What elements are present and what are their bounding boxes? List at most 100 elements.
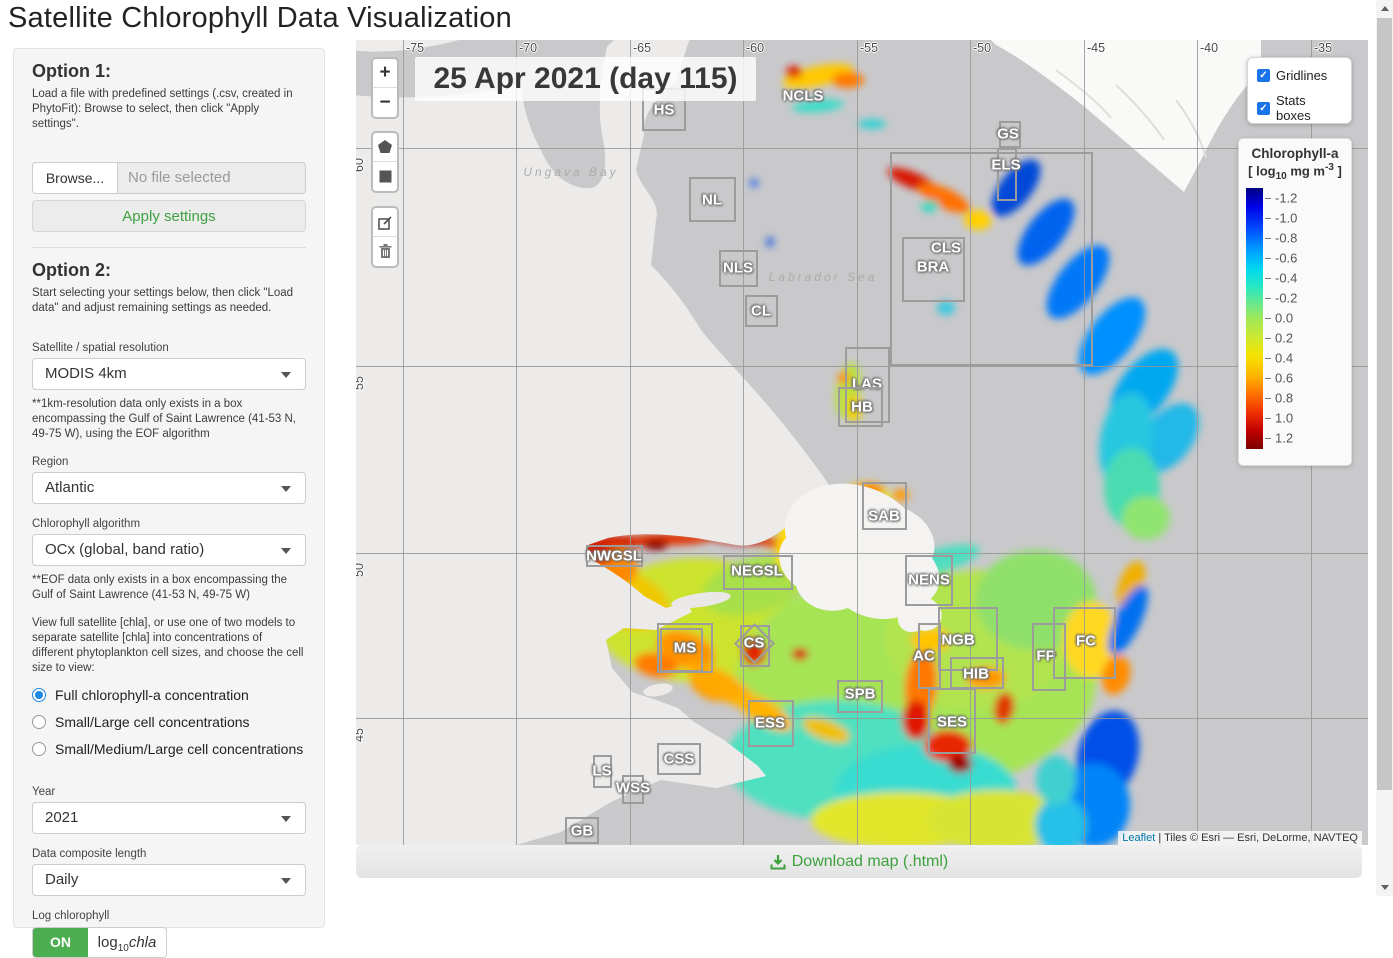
browse-button[interactable]: Browse... — [32, 162, 118, 194]
lon-gridline — [743, 40, 744, 845]
place-label: Labrador Sea — [769, 270, 878, 284]
scroll-down-arrow-icon[interactable] — [1376, 879, 1393, 896]
stat-box[interactable] — [660, 628, 703, 672]
draw-polygon-button[interactable] — [373, 133, 397, 162]
map[interactable]: -75-70-65-60-55-50-45-40-3560555045 Unga… — [356, 40, 1368, 845]
colorbar-gradient — [1246, 188, 1263, 449]
toggle-formula: log10chla — [88, 928, 166, 957]
stat-box-label-hb: HB — [851, 399, 873, 416]
colorbar-tick — [1265, 358, 1271, 359]
lat-label: 50 — [356, 563, 366, 577]
option1-heading: Option 1: — [32, 61, 306, 82]
leaflet-link[interactable]: Leaflet — [1122, 832, 1155, 844]
cell-model-radios: Full chlorophyll-a concentration Small/La… — [32, 687, 306, 757]
colorbar-tick-label: -0.4 — [1275, 271, 1297, 286]
map-attribution: Leaflet | Tiles © Esri — Esri, DeLorme, … — [1118, 831, 1362, 845]
lon-gridline — [630, 40, 631, 845]
satellite-select[interactable]: MODIS 4km — [32, 358, 306, 390]
scrollbar-thumb[interactable] — [1377, 18, 1392, 790]
cell-model-description: View full satellite [chla], or use one o… — [32, 616, 306, 676]
colorbar-tick — [1265, 318, 1271, 319]
colorbar-tick-label: -0.8 — [1275, 231, 1297, 246]
stat-box-label-ac: AC — [913, 648, 935, 665]
option2-heading: Option 2: — [32, 260, 306, 281]
region-value: Atlantic — [45, 479, 94, 496]
stat-box-label-sab: SAB — [868, 508, 900, 525]
apply-settings-button[interactable]: Apply settings — [32, 200, 306, 232]
satellite-value: MODIS 4km — [45, 365, 127, 382]
composite-label: Data composite length — [32, 848, 306, 860]
checkbox-checked-icon: ✓ — [1257, 102, 1270, 115]
lat-label: 60 — [356, 158, 366, 172]
radio-label: Small/Large cell concentrations — [55, 714, 250, 730]
colorbar-tick-label: -0.2 — [1275, 291, 1297, 306]
chevron-down-icon — [281, 878, 291, 884]
stat-box-label-negsl: NEGSL — [731, 563, 783, 580]
stat-box-label-gb: GB — [571, 823, 594, 840]
lat-gridline — [356, 148, 1368, 149]
draw-controls — [371, 131, 399, 193]
cell-model-radio-2[interactable]: Small/Medium/Large cell concentrations — [32, 741, 306, 757]
page-scrollbar[interactable] — [1376, 0, 1393, 896]
divider — [32, 247, 306, 248]
cell-model-radio-1[interactable]: Small/Large cell concentrations — [32, 714, 306, 730]
log-chlorophyll-toggle[interactable]: ON log10chla — [32, 927, 167, 958]
stat-box-label-ncls: NCLS — [783, 88, 824, 105]
colorbar-tick-label: 0.0 — [1275, 311, 1293, 326]
page-title: Satellite Chlorophyll Data Visualization — [8, 2, 512, 35]
rectangle-icon — [379, 170, 392, 183]
colorbar-title: Chlorophyll-a — [1239, 146, 1351, 161]
stats-boxes-checkbox[interactable]: ✓ Stats boxes — [1257, 93, 1342, 123]
composite-select[interactable]: Daily — [32, 864, 306, 896]
radio-label: Small/Medium/Large cell concentrations — [55, 741, 303, 757]
algorithm-select[interactable]: OCx (global, band ratio) — [32, 534, 306, 566]
chevron-down-icon — [281, 372, 291, 378]
place-label: Ungava Bay — [523, 165, 618, 179]
lon-label: -35 — [1314, 41, 1332, 55]
lat-label: 45 — [356, 728, 366, 742]
radio-icon — [32, 742, 46, 756]
lon-label: -55 — [860, 41, 878, 55]
stat-box-label-cl: CL — [751, 303, 771, 320]
lon-label: -75 — [406, 41, 424, 55]
colorbar-tick — [1265, 398, 1271, 399]
zoom-out-button[interactable]: − — [373, 88, 397, 117]
settings-sidebar: Option 1: Load a file with predefined se… — [13, 48, 325, 928]
stat-box-label-nens: NENS — [908, 572, 950, 589]
scroll-up-arrow-icon[interactable] — [1376, 0, 1393, 17]
lon-label: -60 — [746, 41, 764, 55]
algorithm-value: OCx (global, band ratio) — [45, 541, 204, 558]
stat-box-label-css: CSS — [664, 751, 695, 768]
colorbar-tick-label: -1.2 — [1275, 191, 1297, 206]
region-select[interactable]: Atlantic — [32, 472, 306, 504]
zoom-in-button[interactable]: + — [373, 59, 397, 88]
satellite-label: Satellite / spatial resolution — [32, 342, 306, 354]
option1-description: Load a file with predefined settings (.c… — [32, 87, 306, 132]
draw-rectangle-button[interactable] — [373, 162, 397, 191]
delete-shape-button[interactable] — [373, 237, 397, 266]
download-label: Download map (.html) — [792, 853, 949, 871]
colorbar-tick — [1265, 418, 1271, 419]
lon-gridline — [1197, 40, 1198, 845]
stat-box-label-nwgsl: NWGSL — [586, 548, 642, 565]
radio-icon — [32, 688, 46, 702]
stat-box-label-gs: GS — [997, 126, 1019, 143]
cell-model-radio-0[interactable]: Full chlorophyll-a concentration — [32, 687, 306, 703]
colorbar-tick — [1265, 218, 1271, 219]
file-name-field[interactable]: No file selected — [118, 162, 306, 194]
gridlines-checkbox-label: Gridlines — [1276, 68, 1327, 83]
download-map-button[interactable]: Download map (.html) — [356, 845, 1362, 878]
colorbar-tick — [1265, 258, 1271, 259]
toggle-on-state: ON — [33, 928, 88, 957]
polygon-icon — [378, 140, 392, 154]
lat-gridline — [356, 718, 1368, 719]
stat-box-label-hib: HIB — [963, 666, 989, 683]
gridlines-checkbox[interactable]: ✓ Gridlines — [1257, 68, 1342, 83]
colorbar-tick-label: 0.6 — [1275, 371, 1293, 386]
year-select[interactable]: 2021 — [32, 802, 306, 834]
lon-label: -45 — [1087, 41, 1105, 55]
edit-shape-button[interactable] — [373, 208, 397, 237]
stat-box-label-ngb: NGB — [941, 632, 974, 649]
chevron-down-icon — [281, 548, 291, 554]
stat-box-label-nl: NL — [702, 192, 722, 209]
